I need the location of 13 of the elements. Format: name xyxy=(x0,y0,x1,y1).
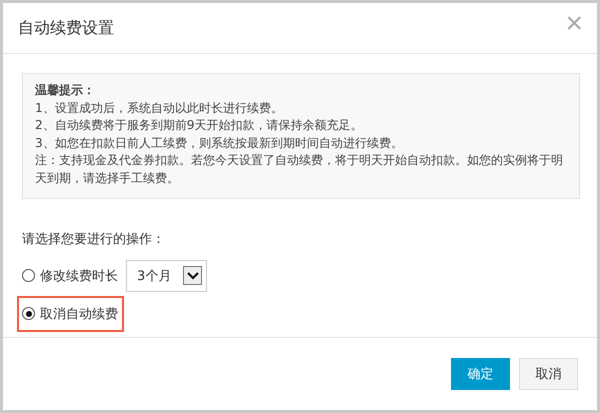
dialog-title: 自动续费设置 xyxy=(18,18,114,38)
notice-heading: 温馨提示： xyxy=(35,82,96,99)
radio-button[interactable] xyxy=(22,307,35,320)
notice-text: 注：支持现金及代金券扣款。若您今天设置了自动续费，将于明天开始自动扣款。如您的实例将于明天到期，请选择手工续费。 xyxy=(35,152,564,187)
option-label: 修改续费时长 xyxy=(40,268,118,285)
notice-text: 1、设置成功后，系统自动以此时长进行续费。 xyxy=(35,100,284,117)
prompt-text: 请选择您要进行的操作： xyxy=(22,230,166,248)
notice-text: 3、如您在扣款日前人工续费，则系统按最新到期时间自动进行续费。 xyxy=(35,134,404,152)
duration-select[interactable]: 3个月 xyxy=(126,260,208,292)
notice-text: 2、自动续费将于服务到期前9天开始扣款，请保持余额充足。 xyxy=(35,117,364,134)
radio-button[interactable] xyxy=(22,269,35,282)
option-label: 取消自动续费 xyxy=(40,306,118,323)
cancel-button[interactable]: 取消 xyxy=(519,358,578,390)
